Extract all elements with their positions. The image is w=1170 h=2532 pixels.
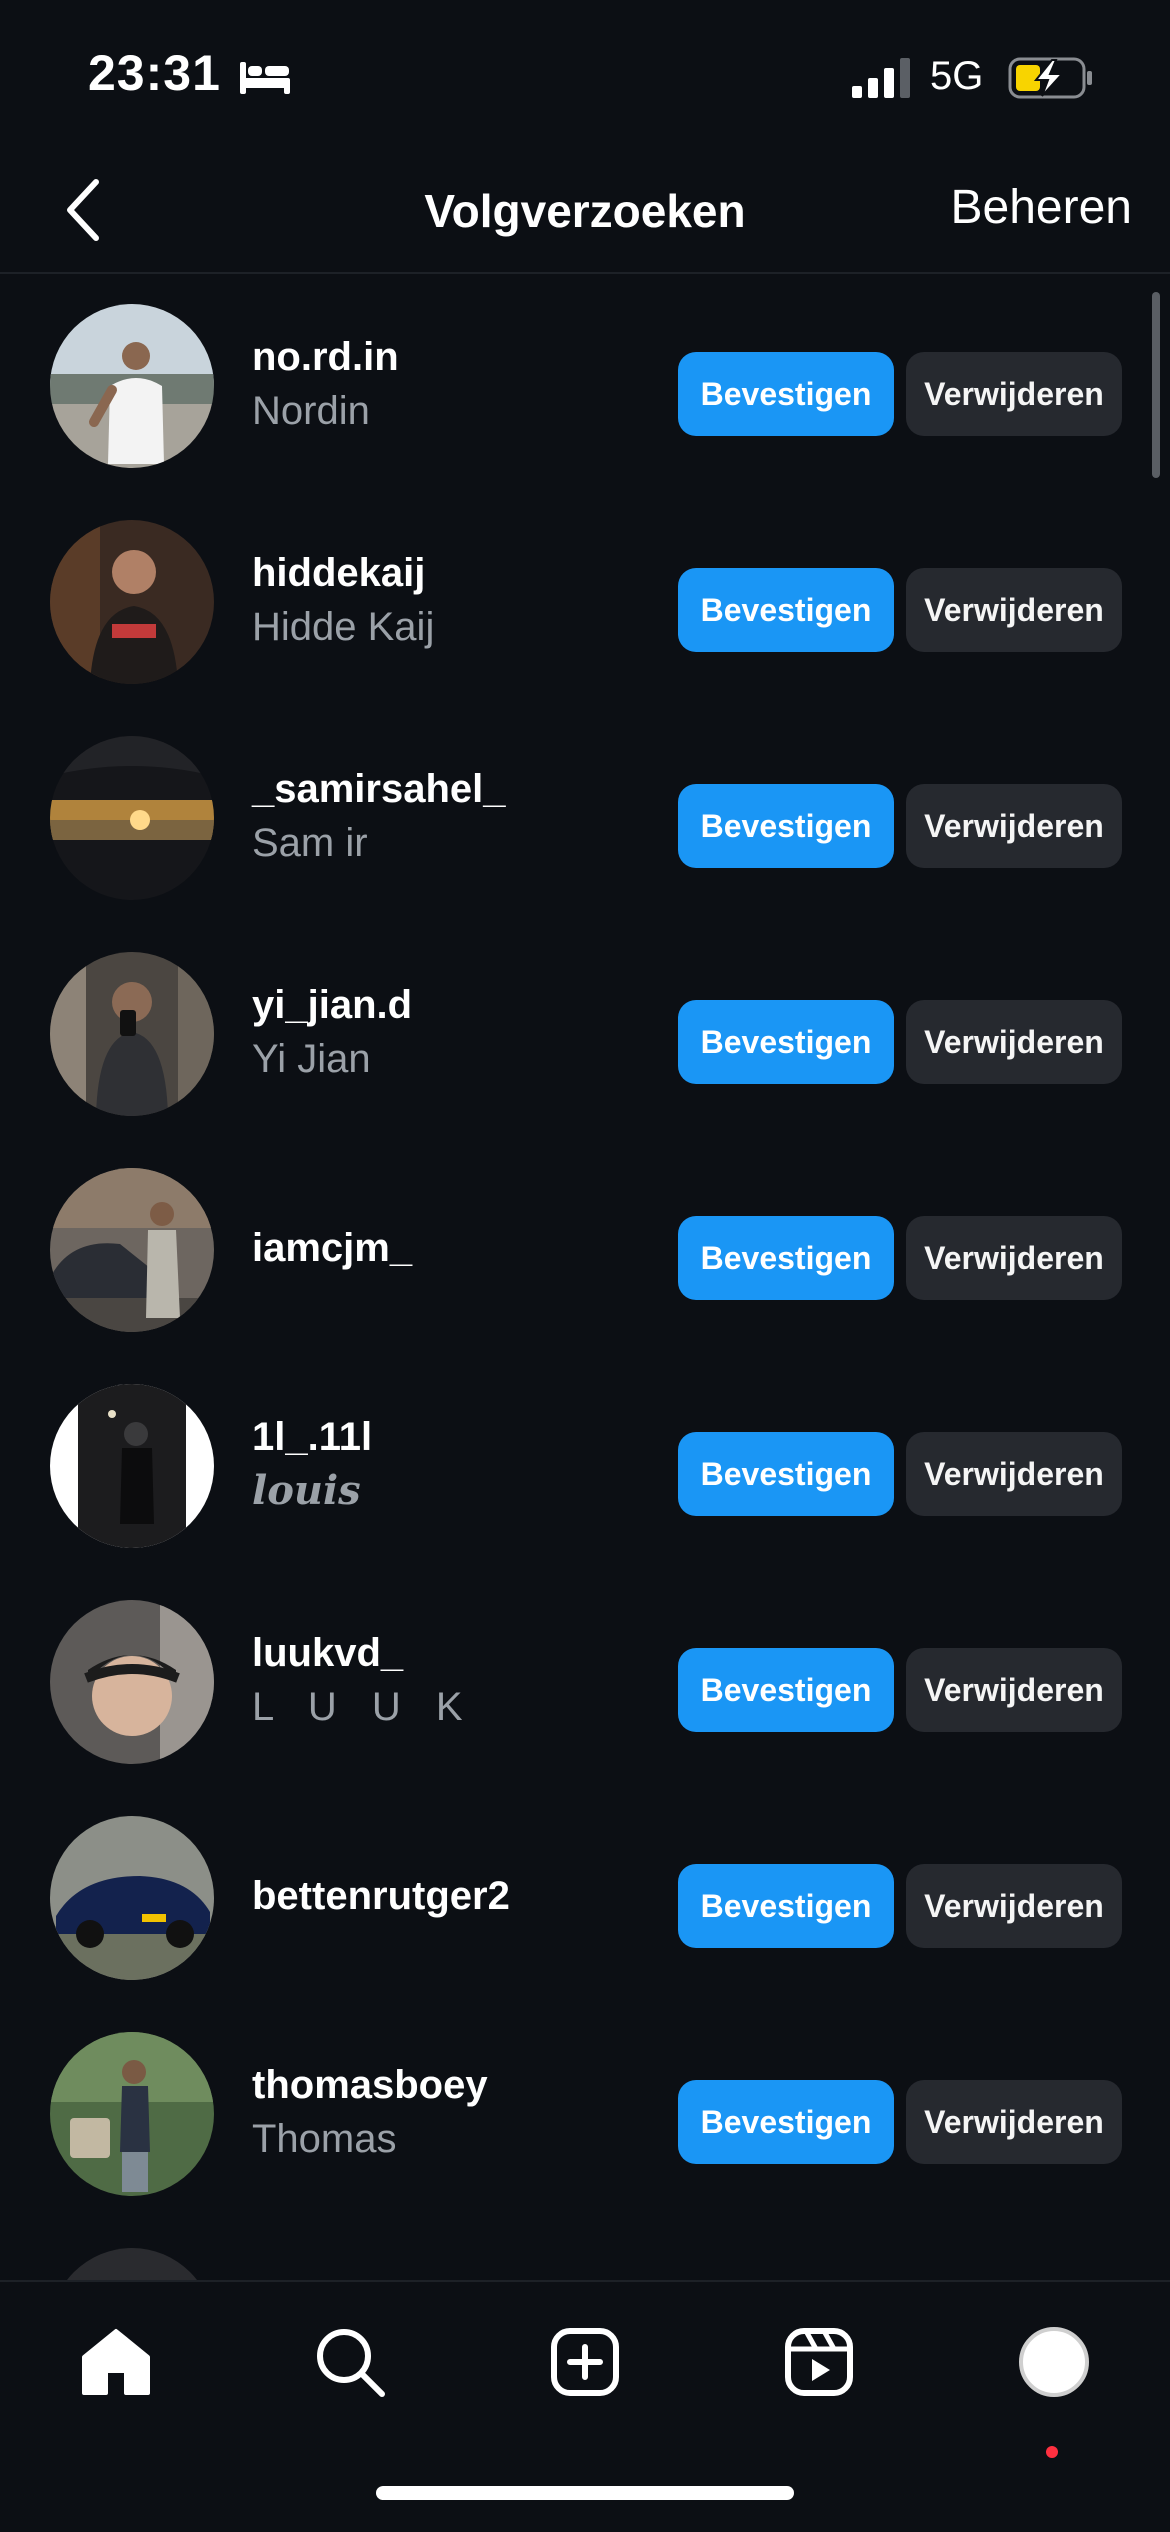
search-icon [317,2329,385,2397]
request-names: no.rd.in Nordin [252,276,399,492]
username[interactable]: no.rd.in [252,330,399,384]
request-row: 1l_.11l louis Bevestigen Verwijderen [0,1356,1170,1572]
remove-button[interactable]: Verwijderen [906,784,1122,868]
request-names: iamcjm_ [252,1140,412,1356]
battery-charging-icon [1008,57,1092,99]
remove-button[interactable]: Verwijderen [906,1864,1122,1948]
create-post-icon [551,2328,619,2396]
profile-avatar [1019,2327,1089,2397]
confirm-button[interactable]: Bevestigen [678,1432,894,1516]
full-name: Nordin [252,389,370,433]
username[interactable]: luukvd_ [252,1626,475,1680]
username[interactable]: bettenrutger2 [252,1869,510,1923]
nav-home[interactable] [76,2322,156,2402]
cellular-signal-icon [852,58,910,98]
confirm-button[interactable]: Bevestigen [678,352,894,436]
username[interactable]: thomasboey [252,2058,488,2112]
request-row: _samirsahel_ Sam ir Bevestigen Verwijder… [0,708,1170,924]
remove-button[interactable]: Verwijderen [906,1432,1122,1516]
request-row: bettenrutger2 Bevestigen Verwijderen [0,1788,1170,2004]
sleep-bed-icon [240,62,290,94]
avatar[interactable] [50,2248,214,2280]
manage-button[interactable]: Beheren [951,180,1132,235]
request-row: no.rd.in Nordin Bevestigen Verwijderen [0,276,1170,492]
scrollbar[interactable] [1152,292,1160,478]
request-names: hiddekaij Hidde Kaij [252,492,434,708]
request-names: luukvd_ L U U K [252,1572,475,1788]
home-indicator[interactable] [376,2486,794,2500]
status-time: 23:31 [88,45,221,101]
request-row: thomasboey Thomas Bevestigen Verwijderen [0,2004,1170,2220]
request-names: 1l_.11l louis [252,1356,372,1572]
request-names: yi_jian.d Yi Jian [252,924,412,1140]
full-name: Yi Jian [252,1037,371,1081]
avatar[interactable] [50,952,214,1116]
request-row: iamcjm_ Bevestigen Verwijderen [0,1140,1170,1356]
request-row: luukvd_ L U U K Bevestigen Verwijderen [0,1572,1170,1788]
username[interactable]: 1l_.11l [252,1410,372,1464]
reels-icon [785,2328,853,2396]
username[interactable]: _samirsahel_ [252,762,506,816]
request-row: hiddekaij Hidde Kaij Bevestigen Verwijde… [0,492,1170,708]
follow-requests-screen: 23:31 5G Volgverzoeken Beheren no.rd.in … [0,0,1170,2532]
avatar[interactable] [50,1168,214,1332]
avatar[interactable] [50,520,214,684]
request-names: thomasboey Thomas [252,2004,488,2220]
avatar[interactable] [50,304,214,468]
remove-button[interactable]: Verwijderen [906,568,1122,652]
nav-reels[interactable] [779,2322,859,2402]
avatar[interactable] [50,1816,214,1980]
username[interactable]: hiddekaij [252,546,434,600]
header-bar: Volgverzoeken Beheren [0,150,1170,274]
avatar[interactable] [50,1384,214,1548]
status-bar: 23:31 5G [0,0,1170,150]
avatar[interactable] [50,1600,214,1764]
full-name: Hidde Kaij [252,605,435,649]
confirm-button[interactable]: Bevestigen [678,1864,894,1948]
remove-button[interactable]: Verwijderen [906,2080,1122,2164]
full-name: L U U K [252,1685,475,1729]
confirm-button[interactable]: Bevestigen [678,1216,894,1300]
remove-button[interactable]: Verwijderen [906,1648,1122,1732]
follow-request-list: no.rd.in Nordin Bevestigen Verwijderen h… [0,276,1170,2280]
full-name: Thomas [252,2117,397,2161]
full-name: louis [252,1467,361,1514]
nav-search[interactable] [310,2322,390,2402]
home-icon [82,2329,150,2395]
avatar[interactable] [50,2032,214,2196]
username[interactable]: iamcjm_ [252,1221,412,1275]
confirm-button[interactable]: Bevestigen [678,784,894,868]
avatar[interactable] [50,736,214,900]
request-names: _samirsahel_ Sam ir [252,708,506,924]
request-names: bettenrutger2 [252,1788,510,2004]
remove-button[interactable]: Verwijderen [906,352,1122,436]
remove-button[interactable]: Verwijderen [906,1000,1122,1084]
notification-dot [1046,2446,1058,2458]
confirm-button[interactable]: Bevestigen [678,1000,894,1084]
remove-button[interactable]: Verwijderen [906,1216,1122,1300]
nav-profile[interactable] [1014,2322,1094,2402]
confirm-button[interactable]: Bevestigen [678,568,894,652]
username[interactable]: yi_jian.d [252,978,412,1032]
request-row [0,2220,1170,2280]
confirm-button[interactable]: Bevestigen [678,1648,894,1732]
network-type: 5G [930,54,984,98]
confirm-button[interactable]: Bevestigen [678,2080,894,2164]
full-name: Sam ir [252,821,368,865]
nav-create[interactable] [545,2322,625,2402]
request-row: yi_jian.d Yi Jian Bevestigen Verwijderen [0,924,1170,1140]
